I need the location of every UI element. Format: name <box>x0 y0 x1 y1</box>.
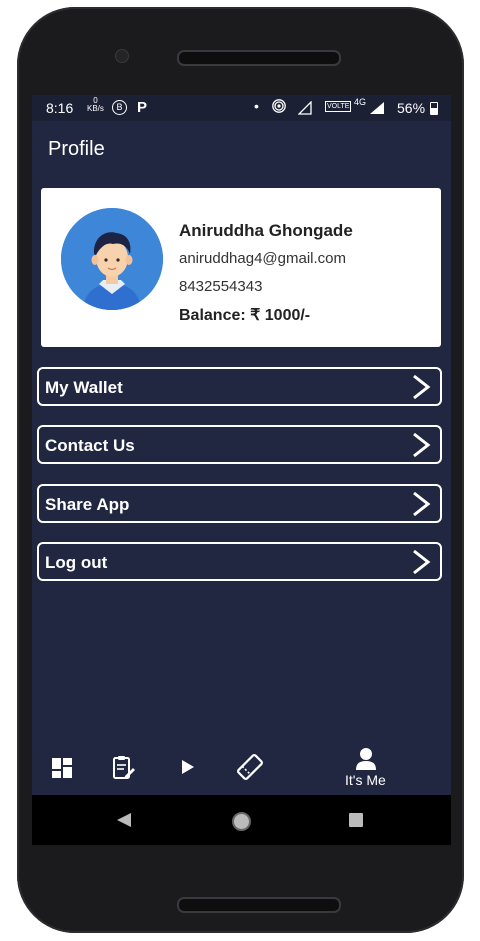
signal-sim1-icon <box>297 100 312 118</box>
chevron-right-icon <box>413 432 431 458</box>
play-icon[interactable] <box>181 759 195 780</box>
avatar-illustration-icon <box>61 208 163 310</box>
system-navigation-bar <box>32 795 451 845</box>
status-time: 8:16 <box>46 100 74 116</box>
menu-item-label: Log out <box>45 553 108 572</box>
menu-item-contact-us[interactable]: Contact Us <box>37 425 442 464</box>
network-type-label: 4G <box>354 97 367 107</box>
notification-dot-icon: • <box>254 98 259 114</box>
front-camera <box>115 49 129 63</box>
bottom-speaker <box>177 897 341 913</box>
bottom-navigation: It's Me <box>32 743 451 795</box>
chevron-right-icon <box>413 491 431 517</box>
profile-phone: 8432554343 <box>179 278 263 295</box>
menu-item-label: My Wallet <box>45 378 123 397</box>
menu-item-label: Share App <box>45 495 130 514</box>
back-icon[interactable] <box>116 812 132 833</box>
status-bar: 8:16 0 KB/s B P • VOLTE 4G 56% <box>32 95 451 121</box>
recent-apps-icon[interactable] <box>349 813 363 827</box>
nav-profile-label[interactable]: It's Me <box>345 772 386 788</box>
menu-item-my-wallet[interactable]: My Wallet <box>37 367 442 406</box>
b-notification-icon: B <box>112 100 127 115</box>
home-icon[interactable] <box>232 812 251 831</box>
p-notification-icon: P <box>137 99 148 116</box>
ticket-icon[interactable] <box>236 753 264 786</box>
page-title: Profile <box>48 138 105 160</box>
net-speed-unit: KB/s <box>87 104 104 113</box>
app-screen: 8:16 0 KB/s B P • VOLTE 4G 56% Profile A… <box>32 95 451 845</box>
menu-item-share-app[interactable]: Share App <box>37 484 442 523</box>
menu-item-log-out[interactable]: Log out <box>37 542 442 581</box>
battery-percent: 56% <box>397 100 426 116</box>
avatar <box>61 208 163 310</box>
profile-email: aniruddhag4@gmail.com <box>179 250 346 267</box>
net-speed-indicator: 0 KB/s <box>87 97 104 113</box>
chevron-right-icon <box>413 549 431 575</box>
battery-icon <box>430 102 438 115</box>
clipboard-edit-icon[interactable] <box>112 755 136 786</box>
profile-balance: Balance: ₹ 1000/- <box>179 307 311 324</box>
hotspot-icon <box>272 99 286 116</box>
volte-icon: VOLTE <box>325 101 352 112</box>
signal-sim2-icon <box>369 101 385 118</box>
dashboard-icon[interactable] <box>52 758 72 783</box>
profile-card: Aniruddha Ghongade aniruddhag4@gmail.com… <box>41 188 441 347</box>
profile-name: Aniruddha Ghongade <box>179 221 353 240</box>
chevron-right-icon <box>413 374 431 400</box>
menu-item-label: Contact Us <box>45 436 135 455</box>
earpiece-speaker <box>177 50 341 66</box>
